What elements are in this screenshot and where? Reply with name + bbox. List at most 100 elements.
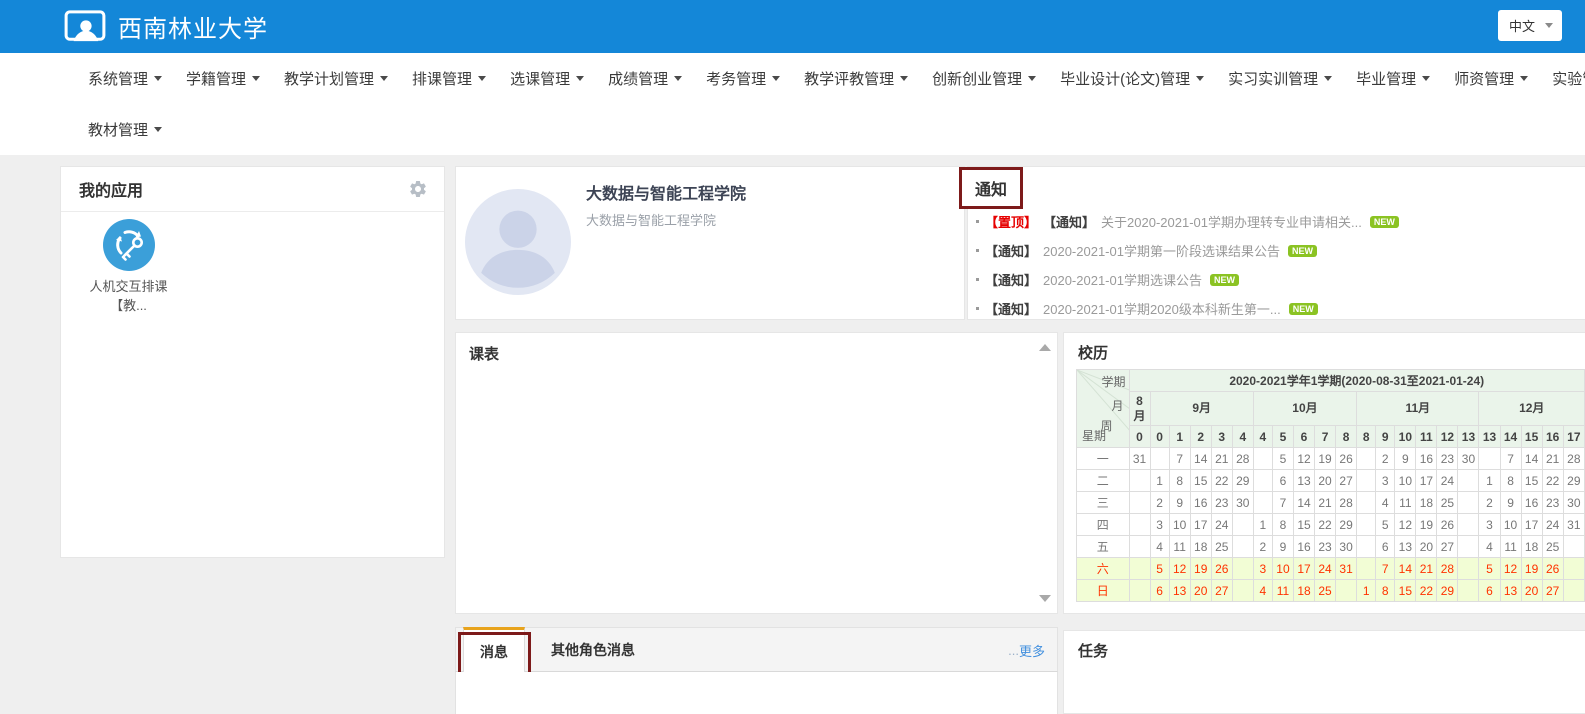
tab-other-label: 其他角色消息 [551, 640, 635, 660]
tab-other-role-messages[interactable]: 其他角色消息 [541, 628, 645, 672]
calendar-month-cell: 9月 [1150, 392, 1253, 426]
calendar-day-cell: 5 [1479, 558, 1500, 580]
nav-item-毕业设计(论文)管理[interactable]: 毕业设计(论文)管理 [1060, 68, 1204, 89]
calendar-day-cell: 6 [1272, 470, 1293, 492]
calendar-day-cell: 1 [1253, 514, 1272, 536]
calendar-day-cell: 13 [1395, 536, 1416, 558]
calendar-day-cell [1479, 448, 1500, 470]
calendar-day-cell: 29 [1232, 470, 1253, 492]
calendar-day-cell [1357, 470, 1376, 492]
nav-row-1: 系统管理 学籍管理 教学计划管理 排课管理 选课管理 成绩管理 考务管理 教学评教管理 创新创业… [0, 53, 1585, 104]
calendar-day-label: 二 [1077, 470, 1130, 492]
calendar-day-cell: 13 [1293, 470, 1314, 492]
calendar-day-cell: 18 [1521, 536, 1542, 558]
calendar-day-cell: 7 [1376, 558, 1395, 580]
calendar-day-cell: 7 [1272, 492, 1293, 514]
notice-title: 通知 [975, 182, 1007, 199]
notice-link[interactable]: 2020-2021-01学期第一阶段选课结果公告 [1043, 241, 1280, 260]
chevron-down-icon [154, 76, 162, 81]
calendar-day-cell [1357, 448, 1376, 470]
calendar-day-cell: 13 [1169, 580, 1190, 602]
nav-item-师资管理[interactable]: 师资管理 [1454, 68, 1528, 89]
nav-item-创新创业管理[interactable]: 创新创业管理 [932, 68, 1036, 89]
language-selector[interactable]: 中文 [1498, 10, 1562, 41]
nav-item-考务管理[interactable]: 考务管理 [706, 68, 780, 89]
calendar-day-cell: 27 [1437, 536, 1458, 558]
calendar-day-cell [1357, 536, 1376, 558]
language-label: 中文 [1509, 16, 1535, 35]
calendar-day-cell [1253, 470, 1272, 492]
my-apps-panel: 我的应用 人机交互排课 【教... [60, 166, 445, 558]
calendar-day-cell [1563, 580, 1584, 602]
nav-item-排课管理[interactable]: 排课管理 [412, 68, 486, 89]
tab-messages[interactable]: 消息 [463, 627, 525, 673]
calendar-day-cell: 2 [1150, 492, 1169, 514]
chevron-down-icon [1545, 23, 1553, 28]
calendar-day-cell: 4 [1253, 580, 1272, 602]
profile-department: 大数据与智能工程学院 [586, 210, 716, 229]
calendar-day-cell: 1 [1479, 470, 1500, 492]
new-badge: NEW [1210, 274, 1239, 286]
nav-item-系统管理[interactable]: 系统管理 [88, 68, 162, 89]
notice-link[interactable]: 关于2020-2021-01学期办理转专业申请相关... [1101, 212, 1362, 231]
calendar-day-cell [1458, 470, 1479, 492]
nav-item-教材管理[interactable]: 教材管理 [88, 119, 162, 140]
calendar-day-cell: 24 [1211, 514, 1232, 536]
nav-item-实习实训管理[interactable]: 实习实训管理 [1228, 68, 1332, 89]
calendar-day-cell: 23 [1542, 492, 1563, 514]
nav-item-label: 成绩管理 [608, 68, 668, 89]
calendar-day-cell: 19 [1190, 558, 1211, 580]
nav-item-选课管理[interactable]: 选课管理 [510, 68, 584, 89]
calendar-month-cell: 10月 [1253, 392, 1356, 426]
calendar-day-cell: 3 [1150, 514, 1169, 536]
calendar-day-cell: 26 [1211, 558, 1232, 580]
notice-link[interactable]: 2020-2021-01学期选课公告 [1043, 270, 1202, 289]
nav-item-教学计划管理[interactable]: 教学计划管理 [284, 68, 388, 89]
calendar-day-cell: 19 [1521, 558, 1542, 580]
my-apps-title: 我的应用 [79, 177, 143, 201]
calendar-day-cell: 25 [1437, 492, 1458, 514]
scroll-up-icon[interactable] [1039, 344, 1051, 351]
chevron-down-icon [900, 76, 908, 81]
nav-item-学籍管理[interactable]: 学籍管理 [186, 68, 260, 89]
calendar-day-cell: 30 [1232, 492, 1253, 514]
calendar-weekday-row: 三291623307142128411182529162330 [1077, 492, 1585, 514]
nav-item-实验管理[interactable]: 实验管理 [1552, 68, 1585, 89]
gear-icon[interactable] [408, 179, 428, 199]
more-link[interactable]: ... 更多 [1008, 628, 1045, 672]
calendar-day-cell [1357, 492, 1376, 514]
notice-annotation-box: 通知 [959, 167, 1023, 209]
calendar-day-cell: 23 [1437, 448, 1458, 470]
calendar-day-label: 六 [1077, 558, 1130, 580]
calendar-week-number: 5 [1272, 426, 1293, 448]
calendar-day-cell [1232, 514, 1253, 536]
messages-content [455, 672, 1058, 714]
calendar-day-cell: 10 [1500, 514, 1521, 536]
app-tile-scheduling[interactable]: 人机交互排课 【教... [76, 219, 181, 315]
calendar-month-cell: 8月 [1129, 392, 1150, 426]
calendar-weekday-row: 一3171421285121926291623307142128 [1077, 448, 1585, 470]
calendar-day-cell: 22 [1315, 514, 1336, 536]
scroll-down-icon[interactable] [1039, 595, 1051, 602]
calendar-day-cell: 4 [1150, 536, 1169, 558]
calendar-day-cell: 27 [1211, 580, 1232, 602]
nav-item-label: 教学评教管理 [804, 68, 894, 89]
chevron-down-icon [1520, 76, 1528, 81]
calendar-day-cell: 25 [1542, 536, 1563, 558]
nav-item-毕业管理[interactable]: 毕业管理 [1356, 68, 1430, 89]
calendar-week-number: 0 [1129, 426, 1150, 448]
calendar-semester-title: 2020-2021学年1学期(2020-08-31至2021-01-24) [1129, 370, 1585, 392]
calendar-day-label: 四 [1077, 514, 1130, 536]
profile-name: 大数据与智能工程学院 [586, 180, 746, 204]
calendar-day-cell [1563, 558, 1584, 580]
notice-link[interactable]: 2020-2021-01学期2020级本科新生第一... [1043, 299, 1281, 318]
calendar-week-number: 4 [1253, 426, 1272, 448]
new-badge: NEW [1289, 303, 1318, 315]
nav-item-成绩管理[interactable]: 成绩管理 [608, 68, 682, 89]
calendar-day-cell: 29 [1563, 470, 1584, 492]
calendar-day-cell: 11 [1395, 492, 1416, 514]
notice-item: 【置顶】【通知】关于2020-2021-01学期办理转专业申请相关...NEW [968, 207, 1585, 236]
calendar-day-cell: 26 [1542, 558, 1563, 580]
calendar-day-cell [1129, 580, 1150, 602]
nav-item-教学评教管理[interactable]: 教学评教管理 [804, 68, 908, 89]
